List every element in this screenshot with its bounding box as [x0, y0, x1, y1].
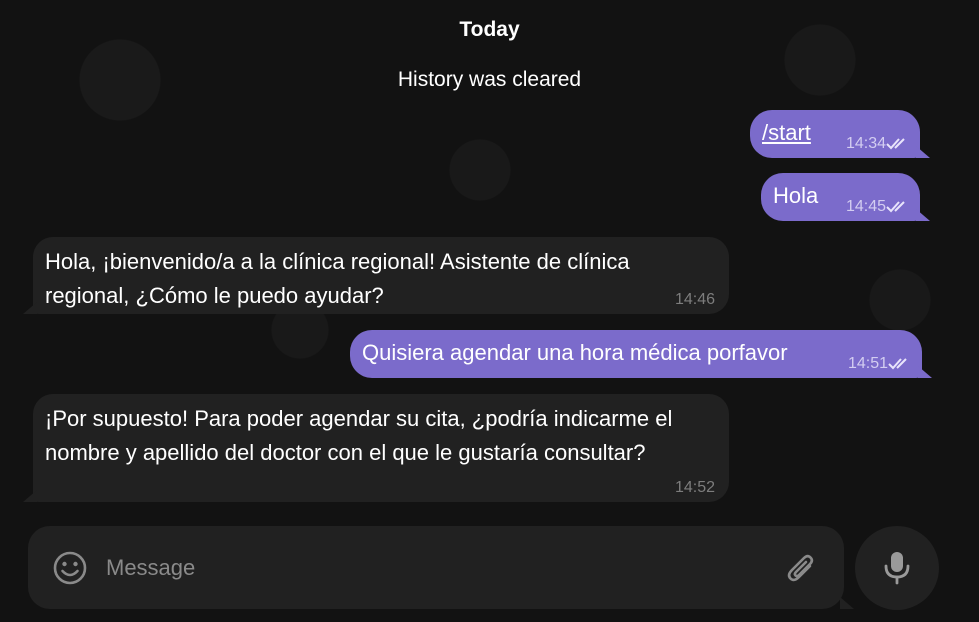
bot-command-link[interactable]: /start	[762, 120, 811, 145]
message-input[interactable]	[106, 548, 766, 588]
microphone-icon	[884, 552, 910, 585]
double-check-icon	[888, 358, 907, 370]
smiley-icon[interactable]	[52, 550, 88, 586]
message-time: 14:45	[845, 198, 886, 215]
outgoing-message[interactable]: Hola 14:45	[761, 173, 930, 221]
incoming-message[interactable]: Hola, ¡bienvenido/a a la clínica regiona…	[23, 237, 729, 314]
message-time: 14:52	[674, 479, 715, 496]
message-line: ¡Por supuesto! Para poder agendar su cit…	[45, 406, 673, 431]
double-check-icon	[886, 138, 905, 150]
message-text: Hola	[773, 183, 819, 208]
message-time: 14:51	[847, 355, 888, 372]
date-separator: Today	[459, 18, 520, 41]
outgoing-message[interactable]: Quisiera agendar una hora médica porfavo…	[350, 330, 932, 378]
message-line: Hola, ¡bienvenido/a a la clínica regiona…	[45, 249, 630, 274]
double-check-icon	[886, 201, 905, 213]
service-message: History was cleared	[397, 68, 582, 91]
message-time: 14:46	[674, 291, 715, 308]
voice-record-button[interactable]	[855, 526, 939, 610]
outgoing-message[interactable]: /start 14:34	[750, 110, 930, 158]
incoming-message[interactable]: ¡Por supuesto! Para poder agendar su cit…	[23, 394, 729, 502]
message-time: 14:34	[845, 135, 886, 152]
message-composer	[28, 526, 854, 609]
message-line: nombre y apellido del doctor con el que …	[45, 440, 646, 465]
message-text: Quisiera agendar una hora médica porfavo…	[362, 340, 788, 365]
paperclip-icon[interactable]	[784, 550, 820, 586]
message-line: regional, ¿Cómo le puedo ayudar?	[45, 283, 384, 308]
